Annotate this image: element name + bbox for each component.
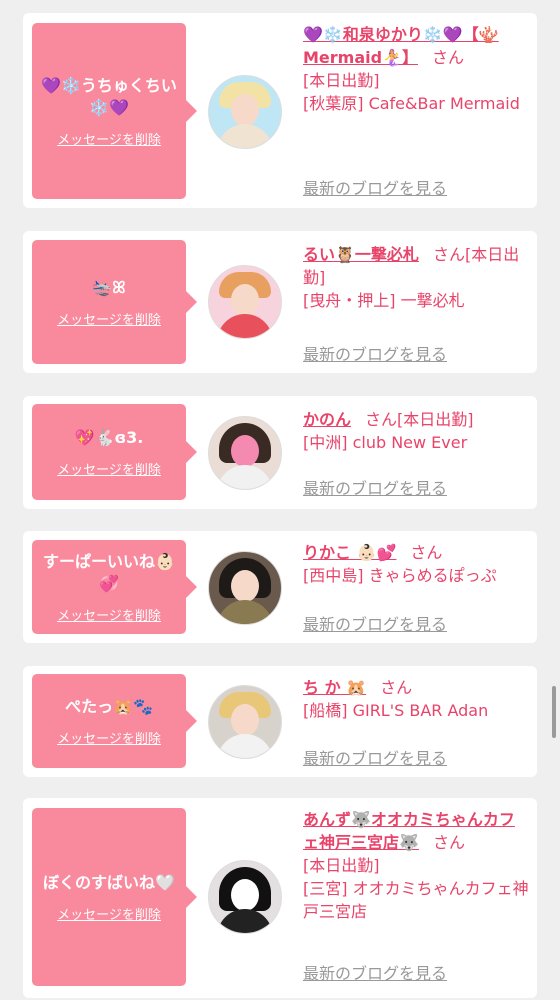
cast-info: 💜❄️和泉ゆかり❄️💜【🪸Mermaid🧜‍♀️】 さん [本日出勤] [秋葉原]… (303, 23, 529, 115)
cast-info: りかこ 👶🏻💕 さん [西中島] きゃらめるぽっぷ (303, 541, 529, 587)
san-label: さん (432, 833, 465, 852)
cast-info: るい🦉一撃必札 さん[本日出勤] [曳舟・押上] 一撃必札 (303, 243, 529, 312)
message-bubble: 💖🐇ɞ3. メッセージを削除 (32, 404, 197, 500)
latest-blog-link[interactable]: 最新のブログを見る (303, 475, 447, 499)
delete-message-link[interactable]: メッセージを削除 (57, 605, 161, 624)
message-bubble: ぼくのすばいね🤍 メッセージを削除 (32, 808, 197, 986)
cast-name-link[interactable]: かのん (303, 410, 351, 429)
list-item: 🛬ꕤ メッセージを削除 るい🦉一撃必札 さん[本日出勤] [曳舟・押上] 一撃必札… (23, 231, 537, 373)
message-text: 🛬ꕤ (92, 277, 126, 297)
latest-blog-link[interactable]: 最新のブログを見る (303, 611, 447, 635)
avatar[interactable] (208, 685, 282, 759)
delete-message-link[interactable]: メッセージを削除 (57, 728, 161, 747)
message-text: 💖🐇ɞ3. (74, 427, 144, 447)
avatar[interactable] (208, 860, 282, 934)
shop-text: [曳舟・押上] 一撃必札 (303, 291, 465, 310)
status-text: [本日出勤] (397, 410, 474, 429)
message-text: 💜❄️うちゅくちい❄️💜 (41, 75, 177, 117)
latest-blog-link[interactable]: 最新のブログを見る (303, 341, 447, 365)
message-bubble: すーぱーいいね👶🏻💞 メッセージを削除 (32, 540, 197, 634)
shop-text: [船橋] GIRL'S BAR Adan (303, 701, 489, 720)
list-item: 💖🐇ɞ3. メッセージを削除 かのん さん[本日出勤] [中洲] club New… (23, 396, 537, 509)
san-label: さん (380, 678, 413, 697)
san-label: さん (365, 410, 398, 429)
avatar[interactable] (208, 416, 282, 490)
latest-blog-link[interactable]: 最新のブログを見る (303, 960, 447, 984)
cast-info: ち か 🐹 さん [船橋] GIRL'S BAR Adan (303, 676, 529, 722)
cast-info: かのん さん[本日出勤] [中洲] club New Ever (303, 408, 529, 454)
list-item: ぼくのすばいね🤍 メッセージを削除 あんず🐺オオカミちゃんカフェ神戸三宮店🐺 さん… (23, 798, 537, 998)
cast-name-link[interactable]: るい🦉一撃必札 (303, 245, 419, 264)
list-item: ぺたっ🐹🐾 メッセージを削除 ち か 🐹 さん [船橋] GIRL'S BAR A… (23, 666, 537, 777)
status-text: [本日出勤] (303, 71, 380, 90)
scrollbar[interactable] (552, 686, 556, 738)
delete-message-link[interactable]: メッセージを削除 (57, 129, 161, 148)
cast-name-link[interactable]: あんず🐺オオカミちゃんカフェ神戸三宮店🐺 (303, 810, 515, 852)
message-text: すーぱーいいね👶🏻💞 (43, 551, 175, 593)
status-text: [本日出勤] (303, 856, 380, 875)
shop-text: [三宮] オオカミちゃんカフェ神戸三宮店 (303, 879, 529, 921)
san-label: さん (410, 543, 443, 562)
cast-name-link[interactable]: りかこ 👶🏻💕 (303, 543, 396, 562)
avatar[interactable] (208, 551, 282, 625)
message-bubble: 💜❄️うちゅくちい❄️💜 メッセージを削除 (32, 23, 197, 199)
list-item: 💜❄️うちゅくちい❄️💜 メッセージを削除 💜❄️和泉ゆかり❄️💜【🪸Merma… (23, 13, 537, 208)
shop-text: [中洲] club New Ever (303, 433, 468, 452)
cast-name-link[interactable]: ち か 🐹 (303, 678, 366, 697)
latest-blog-link[interactable]: 最新のブログを見る (303, 175, 447, 199)
avatar[interactable] (208, 265, 282, 339)
delete-message-link[interactable]: メッセージを削除 (57, 459, 161, 478)
message-bubble: 🛬ꕤ メッセージを削除 (32, 240, 197, 364)
message-text: ぺたっ🐹🐾 (65, 696, 153, 716)
cast-info: あんず🐺オオカミちゃんカフェ神戸三宮店🐺 さん [本日出勤] [三宮] オオカミち… (303, 808, 529, 923)
delete-message-link[interactable]: メッセージを削除 (57, 904, 161, 923)
san-label: さん (432, 245, 465, 264)
latest-blog-link[interactable]: 最新のブログを見る (303, 745, 447, 769)
message-text: ぼくのすばいね🤍 (43, 872, 175, 892)
cast-name-link[interactable]: 💜❄️和泉ゆかり❄️💜【🪸Mermaid🧜‍♀️】 (303, 25, 499, 67)
delete-message-link[interactable]: メッセージを削除 (57, 309, 161, 328)
list-item: すーぱーいいね👶🏻💞 メッセージを削除 りかこ 👶🏻💕 さん [西中島] きゃらめ… (23, 531, 537, 643)
shop-text: [秋葉原] Cafe&Bar Mermaid (303, 94, 520, 113)
san-label: さん (432, 48, 465, 67)
message-bubble: ぺたっ🐹🐾 メッセージを削除 (32, 674, 197, 768)
shop-text: [西中島] きゃらめるぽっぷ (303, 566, 497, 585)
avatar[interactable] (208, 75, 282, 149)
